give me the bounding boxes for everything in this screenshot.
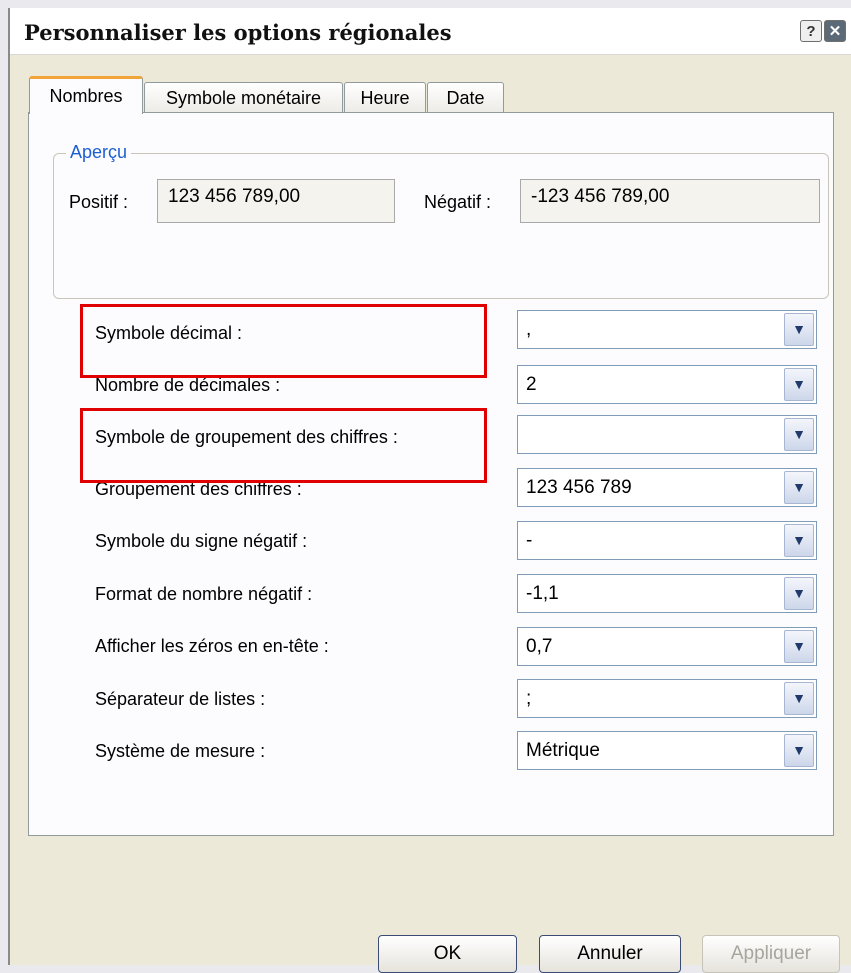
chevron-down-icon[interactable]: ▼	[784, 471, 814, 504]
negative-preview-field: -123 456 789,00	[520, 179, 820, 223]
leading-zeros-label: Afficher les zéros en en-tête :	[95, 636, 329, 656]
cancel-button[interactable]: Annuler	[539, 935, 681, 973]
highlight-box-decimal-symbol	[80, 304, 487, 378]
negative-format-value: -1,1	[526, 583, 559, 604]
window-title: Personnaliser les options régionales	[24, 20, 452, 45]
negative-sign-value: -	[526, 530, 533, 551]
ok-button[interactable]: OK	[378, 935, 517, 973]
decimal-count-label: Nombre de décimales :	[95, 375, 281, 395]
digit-grouping-select[interactable]: 123 456 789 ▼	[517, 468, 817, 507]
chevron-down-icon[interactable]: ▼	[784, 418, 814, 451]
digit-grouping-symbol-select[interactable]: ▼	[517, 415, 817, 454]
chevron-down-icon[interactable]: ▼	[784, 734, 814, 767]
measurement-system-select[interactable]: Métrique ▼	[517, 731, 817, 770]
tab-date[interactable]: Date	[427, 82, 504, 113]
title-bar: Personnaliser les options régionales ? ✕	[10, 8, 851, 55]
preview-group: Aperçu Positif : 123 456 789,00 Négatif …	[53, 142, 829, 299]
tab-panel-nombres: Aperçu Positif : 123 456 789,00 Négatif …	[28, 112, 834, 836]
tab-heure[interactable]: Heure	[344, 82, 426, 113]
negative-preview-value: -123 456 789,00	[531, 186, 670, 207]
preview-group-label: Aperçu	[66, 142, 132, 163]
negative-format-select[interactable]: -1,1 ▼	[517, 574, 817, 613]
regional-options-dialog: Personnaliser les options régionales ? ✕…	[8, 8, 851, 973]
decimal-count-value: 2	[526, 374, 537, 395]
apply-button[interactable]: Appliquer	[702, 935, 840, 973]
leading-zeros-value: 0,7	[526, 636, 553, 657]
chevron-down-icon[interactable]: ▼	[784, 682, 814, 715]
negative-sign-label: Symbole du signe négatif :	[95, 531, 308, 551]
chevron-down-icon[interactable]: ▼	[784, 524, 814, 557]
positive-preview-field: 123 456 789,00	[157, 179, 395, 223]
positive-preview-value: 123 456 789,00	[168, 186, 301, 207]
measurement-system-value: Métrique	[526, 740, 600, 761]
highlight-box-grouping-symbol	[80, 408, 487, 483]
measurement-system-label: Système de mesure :	[95, 741, 266, 761]
chevron-down-icon[interactable]: ▼	[784, 313, 814, 346]
decimal-count-select[interactable]: 2 ▼	[517, 365, 817, 404]
leading-zeros-select[interactable]: 0,7 ▼	[517, 627, 817, 666]
chevron-down-icon[interactable]: ▼	[784, 577, 814, 610]
chevron-down-icon[interactable]: ▼	[784, 368, 814, 401]
negative-format-label: Format de nombre négatif :	[95, 584, 313, 604]
decimal-symbol-select[interactable]: , ▼	[517, 310, 817, 349]
help-icon[interactable]: ?	[800, 20, 822, 42]
list-separator-value: ;	[526, 688, 532, 709]
close-icon[interactable]: ✕	[824, 20, 846, 42]
chevron-down-icon[interactable]: ▼	[784, 630, 814, 663]
list-separator-label: Séparateur de listes :	[95, 689, 266, 709]
list-separator-select[interactable]: ; ▼	[517, 679, 817, 718]
positive-label: Positif :	[69, 192, 129, 212]
tab-symbole-monetaire[interactable]: Symbole monétaire	[144, 82, 343, 113]
digit-grouping-value: 123 456 789	[526, 477, 632, 498]
negative-sign-select[interactable]: - ▼	[517, 521, 817, 560]
negative-label: Négatif :	[424, 192, 492, 212]
tab-nombres[interactable]: Nombres	[29, 76, 143, 114]
decimal-symbol-value: ,	[526, 319, 532, 340]
